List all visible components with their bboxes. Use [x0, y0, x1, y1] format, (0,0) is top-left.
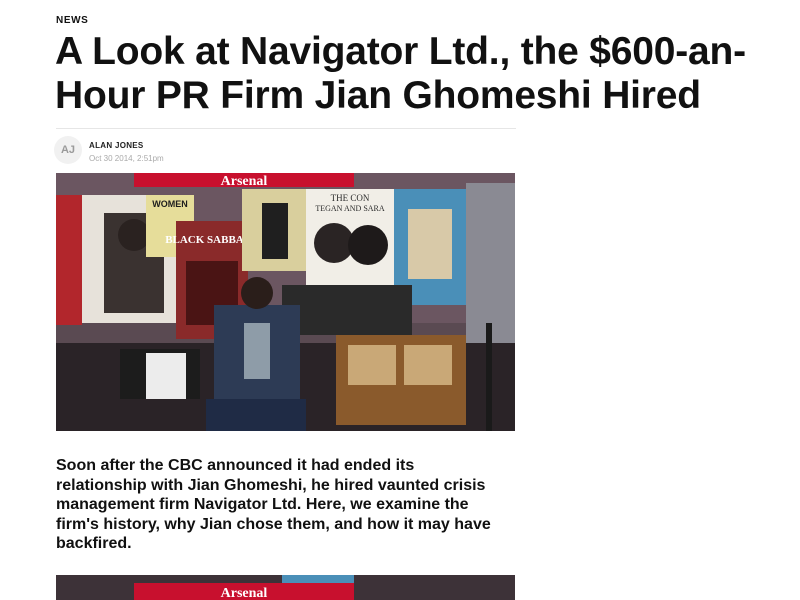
author-name[interactable]: ALAN JONES: [89, 141, 144, 150]
second-arsenal-banner-text: Arsenal: [221, 586, 268, 600]
article-headline: A Look at Navigator Ltd., the $600-an-Ho…: [55, 30, 746, 117]
hero-photo[interactable]: Arsenal WOMEN BLACK SABBATH THE CON TEGA…: [56, 173, 515, 431]
byline-divider: [56, 128, 516, 129]
article-summary: Soon after the CBC announced it had ende…: [56, 457, 491, 552]
tegan-poster-text: TEGAN AND SARA: [315, 204, 385, 213]
second-photo-illustration: Arsenal: [56, 575, 515, 600]
con-poster-text: THE CON: [331, 193, 370, 203]
section-label[interactable]: NEWS: [56, 15, 88, 26]
publish-timestamp: Oct 30 2014, 2:51pm: [89, 154, 164, 163]
arsenal-banner-text: Arsenal: [221, 174, 268, 189]
author-avatar[interactable]: AJ: [54, 136, 82, 164]
hero-photo-illustration: Arsenal WOMEN BLACK SABBATH THE CON TEGA…: [56, 173, 515, 431]
second-photo[interactable]: Arsenal: [56, 575, 515, 600]
women-poster-text: WOMEN: [152, 199, 188, 209]
